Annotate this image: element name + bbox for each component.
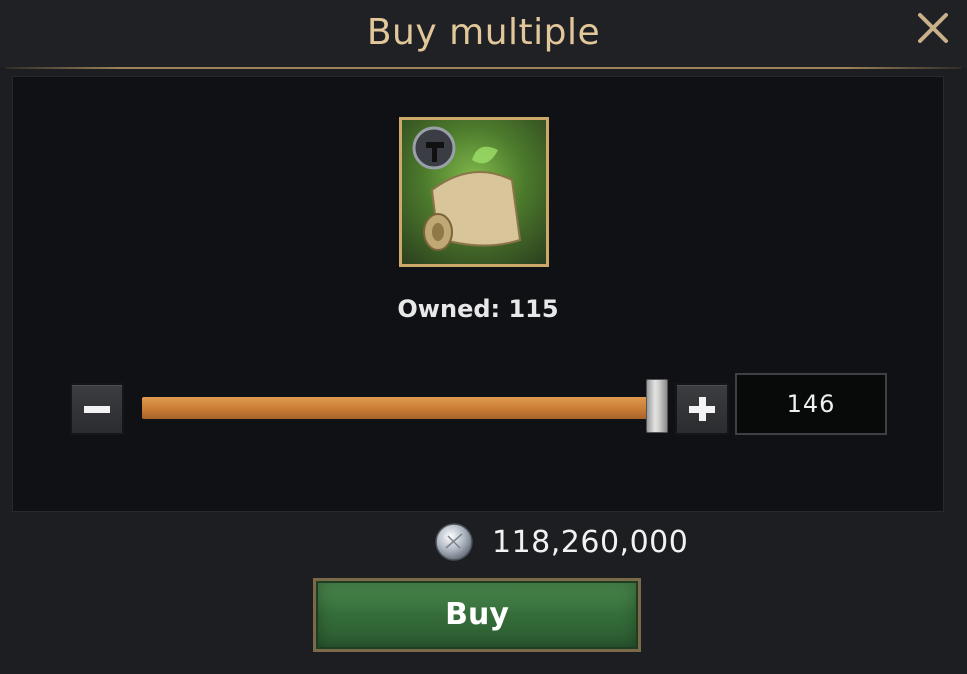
minus-icon — [84, 406, 110, 413]
increase-button[interactable] — [675, 383, 729, 435]
scroll-item-icon — [412, 126, 522, 251]
quantity-slider-handle[interactable] — [646, 379, 668, 433]
dialog-title: Buy multiple — [366, 12, 601, 53]
quantity-slider-fill — [142, 397, 657, 419]
silver-coin-icon — [435, 523, 473, 561]
title-divider — [6, 67, 961, 69]
buy-multiple-dialog: Buy multiple Owned: 115 146 118,260,000 … — [0, 0, 967, 674]
close-icon[interactable] — [915, 10, 951, 46]
price-row: 118,260,000 — [434, 520, 688, 564]
total-cost: 118,260,000 — [492, 524, 689, 560]
item-frame — [399, 117, 549, 267]
quantity-input[interactable]: 146 — [735, 373, 887, 435]
quantity-slider-track[interactable] — [142, 397, 657, 419]
decrease-button[interactable] — [70, 383, 124, 435]
owned-count: Owned: 115 — [397, 295, 559, 323]
buy-button[interactable]: Buy — [313, 578, 641, 652]
purchase-panel: Owned: 115 146 — [12, 76, 944, 512]
dialog-titlebar: Buy multiple — [0, 0, 967, 68]
